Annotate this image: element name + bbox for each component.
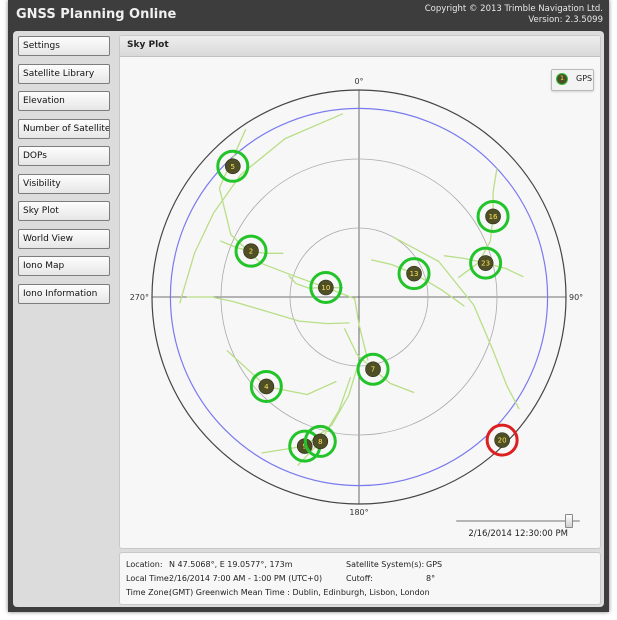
satellite-prn-label: 20 xyxy=(498,437,507,445)
version-text: Version: 2.3.5099 xyxy=(528,15,603,25)
satellite-prn-label: 10 xyxy=(321,284,330,292)
satellite-prn-label: 2 xyxy=(249,248,253,256)
azimuth-label-north: 0° xyxy=(354,77,363,86)
satellite-marker-2[interactable]: 2 xyxy=(234,234,268,268)
gps-satellite-icon: 1 xyxy=(556,73,568,85)
satellite-prn-label: 16 xyxy=(489,213,498,221)
nav-dops-button[interactable]: DOPs xyxy=(18,146,110,166)
slider-time-label: 2/16/2014 12:30:00 PM xyxy=(468,529,568,539)
azimuth-label-south: 180° xyxy=(349,508,368,517)
nav-iono-information-button[interactable]: Iono Information xyxy=(18,283,110,304)
satellite-prn-label: 23 xyxy=(481,260,490,268)
sky-plot: 52101323167498 20 0° 90° 180° 270° xyxy=(130,77,583,517)
satellite-marker-20[interactable]: 20 xyxy=(485,423,519,457)
satellite-track xyxy=(370,259,465,307)
nav-sky-plot-button[interactable]: Sky Plot xyxy=(18,201,110,221)
nav-iono-map-button[interactable]: Iono Map xyxy=(18,256,110,276)
time-slider-track[interactable] xyxy=(456,520,580,522)
nav-satellite-library-button[interactable]: Satellite Library xyxy=(18,63,110,84)
satellite-marker-23[interactable]: 23 xyxy=(469,246,503,280)
nav-world-view-button[interactable]: World View xyxy=(18,228,110,249)
satellite-system-label: Satellite System(s): xyxy=(346,560,425,569)
copyright-block: Copyright © 2013 Trimble Navigation Ltd.… xyxy=(425,4,603,26)
legend-label: GPS xyxy=(576,74,593,83)
time-zone-label: Time Zone: xyxy=(126,588,172,597)
legend[interactable]: 1 GPS xyxy=(551,69,594,91)
info-panel: Location: N 47.5068°, E 19.0577°, 173m L… xyxy=(119,552,601,605)
nav-visibility-button[interactable]: Visibility xyxy=(18,173,110,194)
location-value: N 47.5068°, E 19.0577°, 173m xyxy=(169,560,293,569)
satellite-marker-4[interactable]: 4 xyxy=(249,369,283,403)
time-zone-value: (GMT) Greenwich Mean Time : Dublin, Edin… xyxy=(169,588,430,597)
satellite-prn-label: 7 xyxy=(371,366,375,374)
satellite-marker-13[interactable]: 13 xyxy=(397,257,431,291)
cutoff-label: Cutoff: xyxy=(346,574,373,583)
nav-number-of-satellites-button[interactable]: Number of Satellites xyxy=(18,118,110,139)
app-window: GNSS Planning Online Copyright © 2013 Tr… xyxy=(8,0,609,612)
location-label: Location: xyxy=(126,560,163,569)
azimuth-label-west: 270° xyxy=(130,293,149,302)
satellite-prn-label: 4 xyxy=(264,383,269,391)
time-slider-thumb[interactable] xyxy=(564,514,573,528)
satellite-track xyxy=(218,128,369,361)
main-area: Settings Satellite Library Elevation Num… xyxy=(13,31,604,607)
app-title: GNSS Planning Online xyxy=(16,7,177,22)
satellite-prn-label: 13 xyxy=(410,270,419,278)
sky-plot-panel: Sky Plot 5 2 10 13 23 16 7 4 9 8 20 0° 90° 180° 27… xyxy=(119,35,601,549)
copyright-text: Copyright © 2013 Trimble Navigation Ltd. xyxy=(424,4,603,14)
satellite-system-value: GPS xyxy=(426,560,443,569)
satellite-prn-label: 5 xyxy=(231,163,235,171)
satellite-prn-label: 8 xyxy=(318,438,322,446)
nav-settings-button[interactable]: Settings xyxy=(18,36,110,56)
local-time-label: Local Time: xyxy=(126,574,172,583)
sidebar: Settings Satellite Library Elevation Num… xyxy=(18,36,110,311)
nav-elevation-button[interactable]: Elevation xyxy=(18,91,110,111)
azimuth-label-east: 90° xyxy=(569,293,583,302)
satellite-marker-7[interactable]: 7 xyxy=(356,352,390,386)
local-time-value: 2/16/2014 7:00 AM - 1:00 PM (UTC+0) xyxy=(169,574,323,583)
cutoff-value: 8° xyxy=(426,574,436,583)
